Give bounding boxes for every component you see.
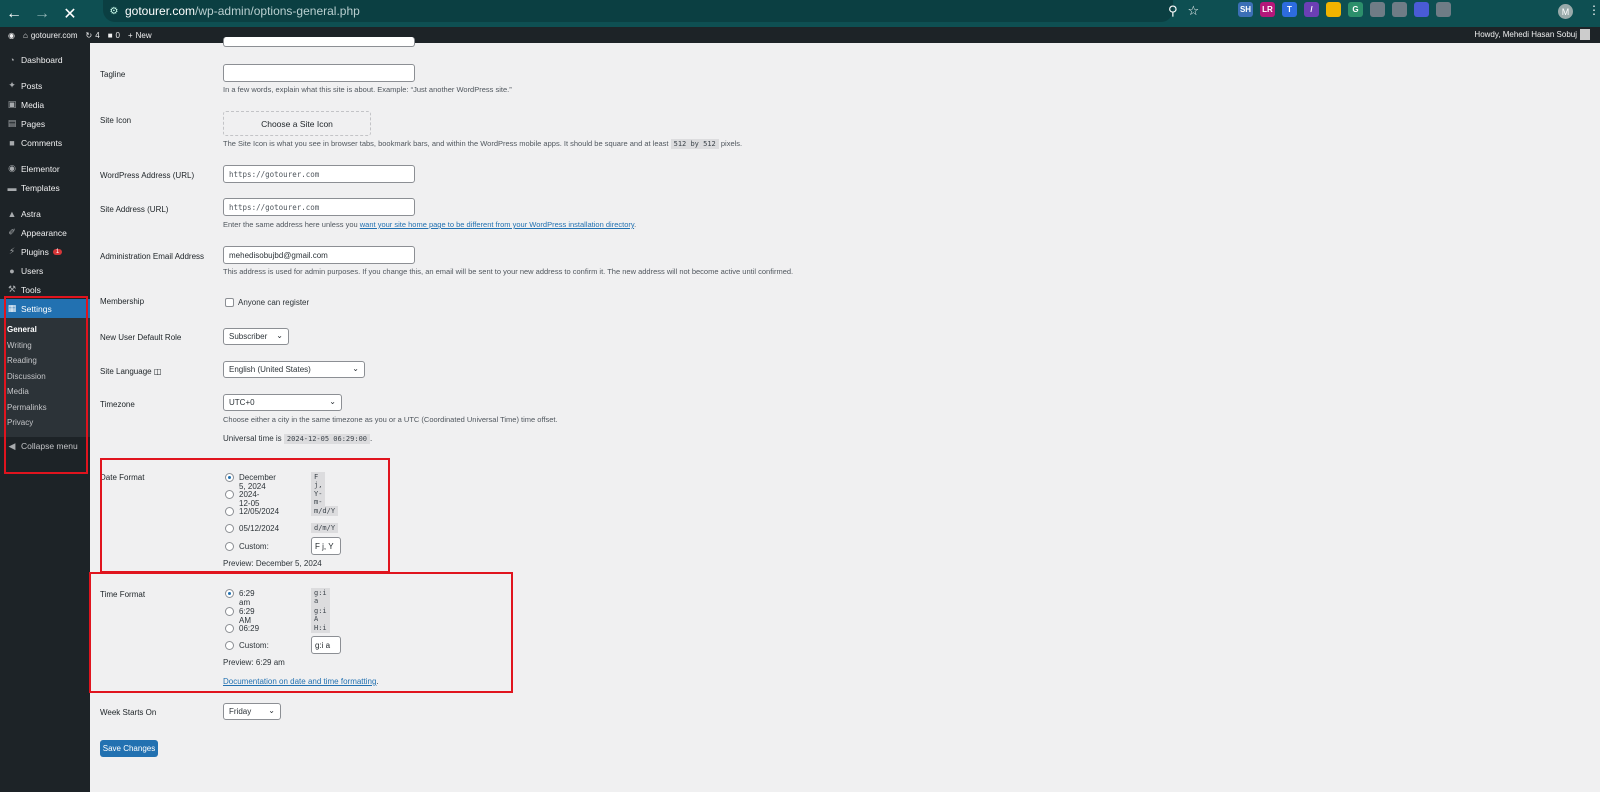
user-icon: ● — [9, 265, 15, 276]
browser-extension-icon[interactable]: T — [1282, 2, 1297, 17]
address-bar[interactable]: ⚙ gotourer.com/wp-admin/options-general.… — [103, 0, 1173, 22]
site-title-input-partial[interactable] — [223, 37, 415, 47]
default-role-label: New User Default Role — [100, 333, 182, 342]
dashboard-icon: ◔ — [9, 54, 15, 65]
refresh-icon: ↻ — [85, 30, 93, 40]
chevron-down-icon: ⌄ — [268, 706, 275, 715]
browser-extension-icon[interactable]: LR — [1260, 2, 1275, 17]
plug-icon: ⚡ — [8, 246, 16, 256]
tagline-input[interactable] — [223, 64, 415, 82]
astra-icon: ▲ — [7, 208, 17, 219]
media-icon: ▣ — [7, 99, 17, 109]
comment-icon: ■ — [9, 137, 15, 148]
browser-menu-icon[interactable]: ⋮ — [1588, 3, 1600, 17]
page-icon: ▤ — [7, 118, 17, 128]
chevron-down-icon: ⌄ — [329, 397, 336, 406]
site-name-link[interactable]: ⌂ gotourer.com — [23, 31, 78, 40]
menu-astra[interactable]: ▲ Astra — [0, 204, 90, 223]
menu-posts[interactable]: ✦ Posts — [0, 76, 90, 95]
timezone-label: Timezone — [100, 400, 135, 409]
chevron-down-icon: ⌄ — [352, 364, 359, 373]
menu-comments[interactable]: ■ Comments — [0, 133, 90, 152]
browser-extension-icon[interactable] — [1370, 2, 1385, 17]
default-role-select[interactable]: Subscriber ⌄ — [223, 328, 289, 345]
zoom-icon[interactable]: ⚲ — [1168, 3, 1178, 19]
pin-icon: ✦ — [8, 80, 16, 90]
forward-icon[interactable]: → — [28, 0, 56, 27]
menu-elementor[interactable]: ◉ Elementor — [0, 159, 90, 178]
chevron-down-icon: ⌄ — [276, 331, 283, 340]
extensions-row: SH LR T / G — [1238, 2, 1451, 17]
folder-icon: ▬ — [7, 182, 17, 193]
menu-dashboard[interactable]: ◔ Dashboard — [0, 50, 90, 69]
timezone-description: Choose either a city in the same timezon… — [223, 415, 558, 424]
anyone-can-register-label[interactable]: Anyone can register — [238, 298, 309, 307]
browser-extension-icon[interactable] — [1326, 2, 1341, 17]
site-address-help-link[interactable]: want your site home page to be different… — [360, 220, 634, 229]
admin-email-input[interactable]: mehedisobujbd@gmail.com — [223, 246, 415, 264]
site-icon-label: Site Icon — [100, 116, 132, 125]
stop-loading-icon[interactable]: ✕ — [56, 0, 84, 27]
choose-site-icon-button[interactable]: Choose a Site Icon — [223, 111, 371, 136]
comments-link[interactable]: ■ 0 — [108, 31, 120, 40]
plus-icon: + — [127, 30, 133, 40]
my-account-link[interactable]: Howdy, Mehedi Hasan Sobuj — [1474, 29, 1590, 40]
site-address-description: Enter the same address here unless you w… — [223, 220, 637, 229]
elementor-icon: ◉ — [8, 163, 16, 173]
tagline-label: Tagline — [100, 70, 126, 79]
timezone-select[interactable]: UTC+0 ⌄ — [223, 394, 342, 411]
browser-extension-icon[interactable] — [1392, 2, 1407, 17]
back-icon[interactable]: ← — [0, 0, 28, 27]
wp-logo-icon[interactable]: ◉ — [8, 31, 15, 40]
week-starts-label: Week Starts On — [100, 708, 157, 717]
browser-extension-icon[interactable]: SH — [1238, 2, 1253, 17]
anyone-can-register-checkbox[interactable] — [225, 298, 234, 307]
universal-time: Universal time is 2024-12-05 06:29:00. — [223, 434, 373, 444]
date-format-highlight — [100, 458, 390, 573]
home-icon: ⌂ — [22, 30, 28, 40]
site-icon-description: The Site Icon is what you see in browser… — [223, 139, 743, 149]
browser-extension-icon[interactable] — [1414, 2, 1429, 17]
site-info-icon[interactable]: ⚙ — [103, 6, 125, 17]
browser-extension-icon[interactable] — [1436, 2, 1451, 17]
updates-link[interactable]: ↻ 4 — [86, 31, 100, 40]
menu-plugins[interactable]: ⚡ Plugins 1 — [0, 242, 90, 261]
user-avatar — [1580, 29, 1590, 40]
save-changes-button[interactable]: Save Changes — [100, 740, 158, 757]
tagline-description: In a few words, explain what this site i… — [223, 85, 512, 94]
site-address-input[interactable]: https://gotourer.com — [223, 198, 415, 216]
profile-avatar[interactable]: M — [1558, 4, 1573, 19]
admin-email-label: Administration Email Address — [100, 252, 205, 261]
wrench-icon: ⚒ — [7, 284, 17, 294]
menu-media[interactable]: ▣ Media — [0, 95, 90, 114]
wordpress-address-label: WordPress Address (URL) — [100, 171, 195, 180]
paintbrush-icon: ✐ — [8, 227, 16, 237]
site-icon-size-code: 512 by 512 — [670, 139, 719, 149]
settings-menu-highlight — [4, 296, 88, 474]
week-starts-select[interactable]: Friday ⌄ — [223, 703, 281, 720]
membership-label: Membership — [100, 297, 145, 306]
time-format-highlight — [89, 572, 513, 693]
bookmark-star-icon[interactable]: ☆ — [1188, 3, 1200, 19]
plugins-update-badge: 1 — [52, 248, 63, 255]
menu-appearance[interactable]: ✐ Appearance — [0, 223, 90, 242]
menu-pages[interactable]: ▤ Pages — [0, 114, 90, 133]
site-language-select[interactable]: English (United States) ⌄ — [223, 361, 365, 378]
wordpress-address-input[interactable]: https://gotourer.com — [223, 165, 415, 183]
browser-extension-icon[interactable]: G — [1348, 2, 1363, 17]
browser-toolbar: ← → ✕ ⚙ gotourer.com/wp-admin/options-ge… — [0, 0, 1600, 27]
menu-templates[interactable]: ▬ Templates — [0, 178, 90, 197]
admin-email-description: This address is used for admin purposes.… — [223, 267, 794, 276]
new-content-link[interactable]: + New — [128, 31, 152, 40]
menu-users[interactable]: ● Users — [0, 261, 90, 280]
url-text: gotourer.com/wp-admin/options-general.ph… — [125, 4, 360, 18]
comment-bubble-icon: ■ — [107, 30, 113, 40]
universal-time-value: 2024-12-05 06:29:00 — [283, 434, 370, 444]
site-language-label: Site Language ◫ — [100, 367, 162, 376]
browser-extension-icon[interactable]: / — [1304, 2, 1319, 17]
translation-icon: ◫ — [153, 367, 162, 376]
site-address-label: Site Address (URL) — [100, 205, 169, 214]
